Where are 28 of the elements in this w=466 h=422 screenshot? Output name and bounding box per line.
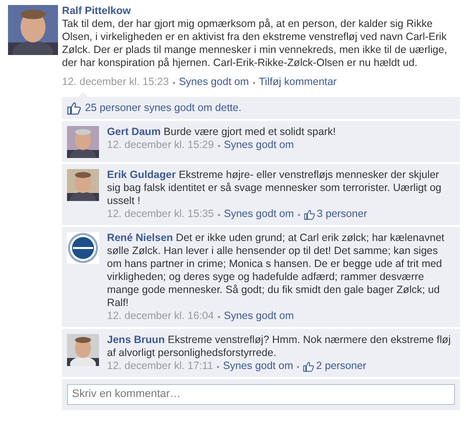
comment-input[interactable]: Skriv en kommentar… — [67, 384, 455, 405]
timestamp: 12. december kl. 15:35 — [107, 208, 214, 221]
thumbs-up-icon — [303, 361, 314, 372]
like-link[interactable]: Synes godt om — [224, 208, 294, 221]
likes-link[interactable]: 25 personer synes godt om dette. — [85, 102, 242, 114]
author-link[interactable]: René Nielsen — [107, 232, 173, 244]
comment-text: René Nielsen Det er ikke uden grund; at Carl erik zølck; har kælenavnet sølle Zølck. Han lever i alle hensender op til det! Det samme; kan siges om hans partner in crime; Monica s hansen. De er begge ude af trit med virkligheden; og deres syge og hadefulde adfærd; rammer desværre mange gode mennesker. Så godt; du fik smidt den gale bager Zølck; ud Ralf! — [107, 232, 444, 309]
timestamp: 12. december kl. 16:04 — [107, 310, 214, 323]
comment-text: Jens Bruun Ekstreme venstrefløj? Hmm. Nok nærmere den ekstreme fløj af alvorligt personlighedsforstyrrede. — [107, 334, 451, 359]
author-name[interactable]: Ralf Pittelkow — [62, 5, 131, 17]
post-text: Tak til dem, der har gjort mig opmærksom på, at en person, der kalder sig Rikke Olsen, i virkeligheden er en aktivist fra den ekstreme venstrefløj ved navn Carl-Erik Zølck. Der er plads til mange mennesker i min vennekreds, men ikke til de uærlige, der har konspiration på hjernen. Carl-Erik-Rikke-Zølck-Olsen er nu hældt ud. — [62, 18, 448, 70]
author-link[interactable]: Gert Daum — [107, 126, 161, 138]
comment-text: Gert Daum Burde være gjort med et solidt spark! — [107, 126, 336, 138]
thumbs-up-icon — [67, 101, 81, 115]
thumbs-up-icon — [304, 209, 315, 220]
author-link[interactable]: Erik Guldager — [107, 169, 176, 181]
timestamp: 12. december kl. 15:23 — [62, 76, 169, 89]
likes-count-link[interactable]: 2 personer — [316, 360, 366, 373]
like-link[interactable]: Synes godt om — [224, 310, 294, 323]
like-link[interactable]: Synes godt om — [224, 139, 294, 152]
author-link[interactable]: Jens Bruun — [107, 334, 165, 346]
timestamp: 12. december kl. 17:11 — [107, 360, 214, 373]
like-link[interactable]: Synes godt om — [178, 76, 249, 89]
comment-text: Erik Guldager Ekstreme højre- eller venstrefløjs mennesker der skjuler sig bag falsk identitet er så svage mennesker som terrorister. Uærligt og usselt ! — [107, 169, 442, 207]
likes-count-link[interactable]: 3 personer — [316, 208, 368, 221]
timestamp: 12. december kl. 15:29 — [107, 139, 214, 152]
like-link[interactable]: Synes godt om — [223, 360, 294, 373]
comment-link[interactable]: Tilføj kommentar — [258, 76, 337, 89]
